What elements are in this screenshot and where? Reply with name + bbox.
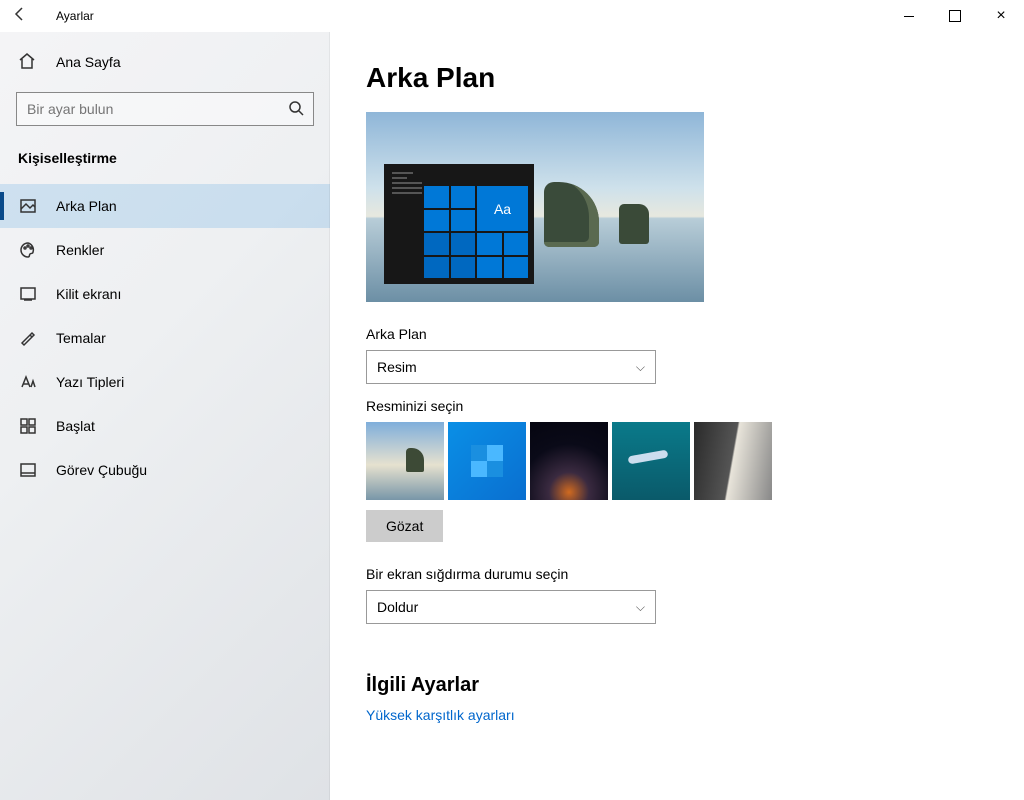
search-icon <box>288 100 304 116</box>
sidebar-item-label: Kilit ekranı <box>56 286 121 302</box>
sidebar-item-start[interactable]: Başlat <box>0 404 330 448</box>
sidebar-item-label: Renkler <box>56 242 104 258</box>
desktop-preview: Aa <box>366 112 704 302</box>
background-select[interactable]: Resim ⌵ <box>366 350 656 384</box>
sidebar-item-label: Görev Çubuğu <box>56 462 147 478</box>
taskbar-icon <box>18 460 38 480</box>
related-settings-heading: İlgili Ayarlar <box>366 674 984 697</box>
palette-icon <box>18 240 38 260</box>
start-icon <box>18 416 38 436</box>
picture-thumbnails <box>366 422 984 500</box>
maximize-button[interactable] <box>932 0 978 32</box>
sidebar-item-colors[interactable]: Renkler <box>0 228 330 272</box>
home-link[interactable]: Ana Sayfa <box>0 40 330 84</box>
picture-thumb[interactable] <box>612 422 690 500</box>
sidebar-item-label: Temalar <box>56 330 106 346</box>
sidebar-item-fonts[interactable]: Yazı Tipleri <box>0 360 330 404</box>
fit-select[interactable]: Doldur ⌵ <box>366 590 656 624</box>
fit-label: Bir ekran sığdırma durumu seçin <box>366 566 984 582</box>
section-title: Kişiselleştirme <box>0 140 330 184</box>
picture-thumb[interactable] <box>366 422 444 500</box>
sidebar: Ana Sayfa Kişiselleştirme Arka Plan Renk… <box>0 32 330 800</box>
page-heading: Arka Plan <box>366 62 984 94</box>
fonts-icon <box>18 372 38 392</box>
sidebar-item-label: Arka Plan <box>56 198 117 214</box>
window-title: Ayarlar <box>56 9 94 23</box>
fit-select-value: Doldur <box>377 599 418 615</box>
sidebar-item-label: Yazı Tipleri <box>56 374 124 390</box>
picture-thumb[interactable] <box>530 422 608 500</box>
search-field[interactable] <box>16 92 314 126</box>
close-button[interactable]: × <box>978 0 1024 32</box>
picture-icon <box>18 196 38 216</box>
search-input[interactable] <box>16 92 314 126</box>
themes-icon <box>18 328 38 348</box>
background-select-value: Resim <box>377 359 417 375</box>
sidebar-item-lockscreen[interactable]: Kilit ekranı <box>0 272 330 316</box>
home-label: Ana Sayfa <box>56 54 121 70</box>
minimize-button[interactable] <box>886 0 932 32</box>
preview-sample-text: Aa <box>477 186 528 231</box>
sidebar-item-label: Başlat <box>56 418 95 434</box>
background-label: Arka Plan <box>366 326 984 342</box>
home-icon <box>18 52 38 72</box>
sidebar-item-background[interactable]: Arka Plan <box>0 184 330 228</box>
browse-button[interactable]: Gözat <box>366 510 443 542</box>
sidebar-item-taskbar[interactable]: Görev Çubuğu <box>0 448 330 492</box>
sidebar-item-themes[interactable]: Temalar <box>0 316 330 360</box>
high-contrast-link[interactable]: Yüksek karşıtlık ayarları <box>366 707 515 723</box>
chevron-down-icon: ⌵ <box>636 600 645 615</box>
choose-picture-label: Resminizi seçin <box>366 398 984 414</box>
content-area: Arka Plan Aa Arka Plan Resim ⌵ Resminizi <box>330 32 1024 800</box>
chevron-down-icon: ⌵ <box>636 360 645 375</box>
back-button[interactable] <box>8 6 32 27</box>
lockscreen-icon <box>18 284 38 304</box>
title-bar: Ayarlar × <box>0 0 1024 32</box>
picture-thumb[interactable] <box>448 422 526 500</box>
picture-thumb[interactable] <box>694 422 772 500</box>
